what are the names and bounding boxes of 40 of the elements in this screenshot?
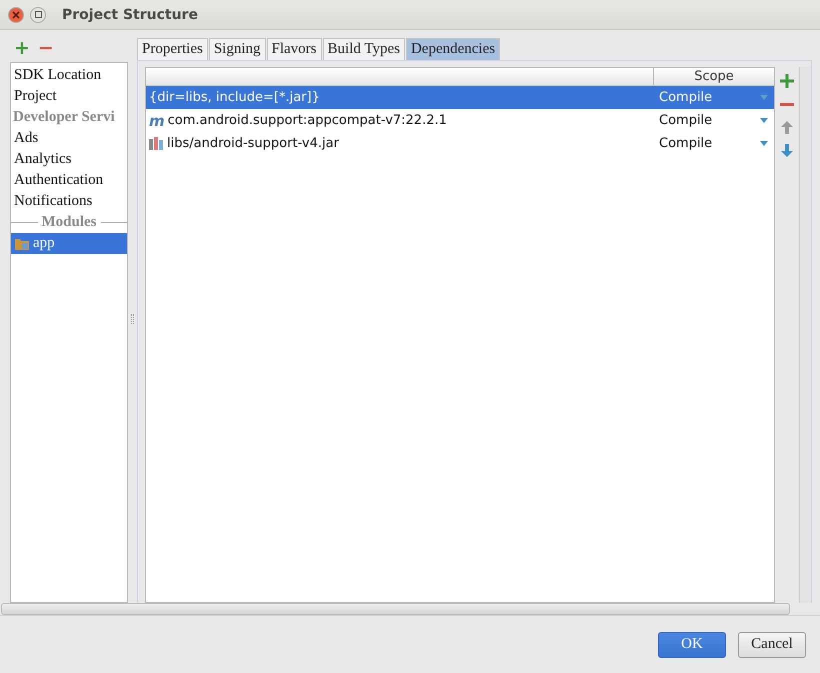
dialog-button[interactable]: OK xyxy=(658,632,726,658)
dialog-button[interactable]: Cancel xyxy=(738,632,806,658)
sidebar-item[interactable]: SDK Location xyxy=(11,65,127,86)
maven-icon: m xyxy=(149,112,165,130)
sidebar-item[interactable]: app xyxy=(11,233,127,254)
tab[interactable]: Properties xyxy=(137,38,208,60)
sidebar-item[interactable]: Analytics xyxy=(11,149,127,170)
move-down-icon[interactable] xyxy=(781,144,793,156)
scope-value: Compile xyxy=(659,113,712,128)
sidebar-section-header: Developer Servi xyxy=(12,108,116,127)
tab[interactable]: Signing xyxy=(208,38,266,60)
vertical-scrollbar[interactable] xyxy=(799,67,811,603)
remove-icon[interactable] xyxy=(780,102,794,106)
column-header[interactable]: Scope xyxy=(654,68,774,85)
dependency-name: {dir=libs, include=[*.jar]} xyxy=(149,90,320,105)
tab[interactable]: Flavors xyxy=(266,38,322,60)
dropdown-caret-icon[interactable] xyxy=(760,141,768,146)
library-icon xyxy=(149,137,164,150)
sidebar-section-header: Modules xyxy=(42,214,97,231)
maximize-icon xyxy=(34,11,42,18)
dependency-row[interactable]: {dir=libs, include=[*.jar]} Compile xyxy=(146,86,774,109)
close-icon xyxy=(12,10,20,18)
module-folder-icon xyxy=(14,236,30,250)
scope-value: Compile xyxy=(659,90,712,105)
maximize-button[interactable] xyxy=(30,6,46,22)
sidebar-item[interactable]: Ads xyxy=(11,128,127,149)
sidebar-item[interactable]: Authentication xyxy=(11,170,127,191)
window-title: Project Structure xyxy=(62,6,198,22)
tab[interactable]: Build Types xyxy=(322,38,405,60)
add-icon[interactable] xyxy=(780,74,794,88)
dropdown-caret-icon[interactable] xyxy=(760,95,768,100)
tab[interactable]: Dependencies xyxy=(406,38,500,60)
scope-value: Compile xyxy=(659,136,712,151)
close-button[interactable] xyxy=(8,6,24,22)
sidebar-item[interactable]: Notifications xyxy=(11,191,127,212)
dependency-name: com.android.support:appcompat-v7:22.2.1 xyxy=(168,113,447,128)
dependency-name: libs/android-support-v4.jar xyxy=(167,136,339,151)
dropdown-caret-icon[interactable] xyxy=(760,118,768,123)
sidebar-item[interactable]: Project xyxy=(11,86,127,107)
horizontal-scrollbar[interactable] xyxy=(1,603,790,615)
